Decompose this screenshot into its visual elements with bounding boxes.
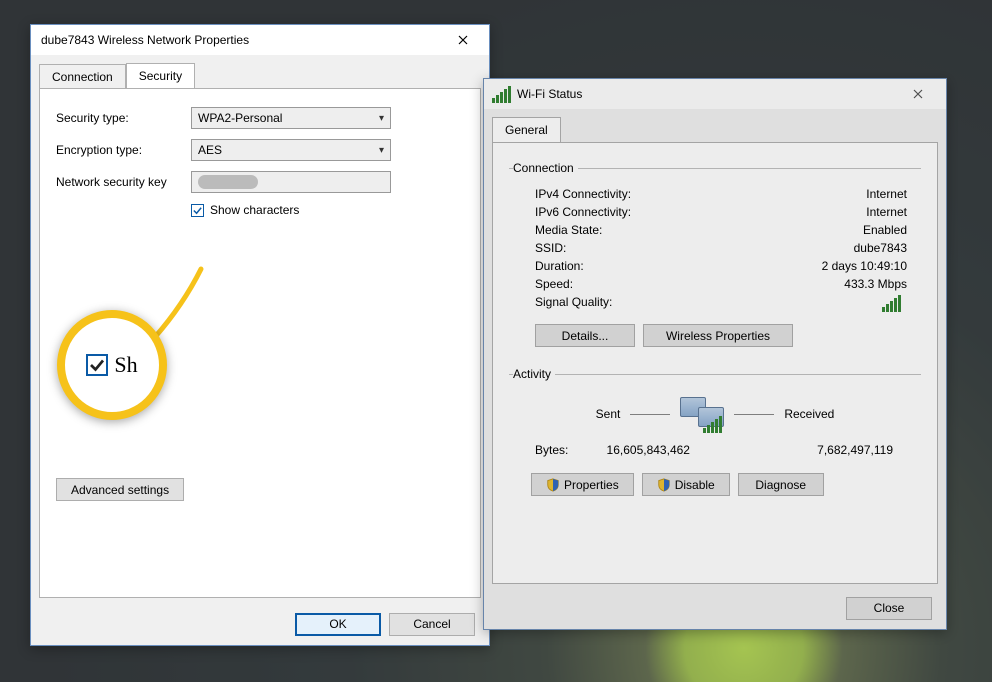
redacted-key xyxy=(198,175,258,189)
tab-security[interactable]: Security xyxy=(126,63,195,89)
callout-text-fragment: Sh xyxy=(114,352,137,378)
show-characters-label: Show characters xyxy=(210,203,299,217)
connection-group: Connection IPv4 Connectivity: Internet IP… xyxy=(509,161,921,355)
ipv6-label: IPv6 Connectivity: xyxy=(535,205,631,219)
ssid-value: dube7843 xyxy=(854,241,907,255)
advanced-settings-button[interactable]: Advanced settings xyxy=(56,478,184,501)
close-icon[interactable] xyxy=(898,80,938,108)
cancel-button[interactable]: Cancel xyxy=(389,613,475,636)
speed-label: Speed: xyxy=(535,277,573,291)
signal-quality-label: Signal Quality: xyxy=(535,295,612,312)
shield-icon xyxy=(657,478,671,492)
encryption-type-label: Encryption type: xyxy=(56,143,191,157)
properties-button-label: Properties xyxy=(564,478,619,492)
ipv4-value: Internet xyxy=(866,187,907,201)
disable-button-label: Disable xyxy=(675,478,715,492)
tab-bar: Connection Security xyxy=(31,55,489,88)
titlebar[interactable]: Wi-Fi Status xyxy=(484,79,946,109)
show-characters-checkbox-zoom xyxy=(86,354,108,376)
network-activity-icon xyxy=(680,397,724,431)
connection-legend: Connection xyxy=(513,161,578,175)
security-type-combo[interactable]: WPA2-Personal ▾ xyxy=(191,107,391,129)
security-type-value: WPA2-Personal xyxy=(198,111,282,125)
close-icon[interactable] xyxy=(443,26,483,54)
callout-zoom: Sh xyxy=(57,310,167,420)
media-state-value: Enabled xyxy=(863,223,907,237)
dialog-button-bar: OK Cancel xyxy=(31,603,489,645)
ipv4-label: IPv4 Connectivity: xyxy=(535,187,631,201)
details-button[interactable]: Details... xyxy=(535,324,635,347)
bytes-sent-value: 16,605,843,462 xyxy=(607,443,690,457)
activity-group: Activity Sent Received Bytes: 16,605,843… xyxy=(509,367,921,504)
wifi-status-dialog: Wi-Fi Status General Connection IPv4 Con… xyxy=(483,78,947,630)
wireless-properties-button[interactable]: Wireless Properties xyxy=(643,324,793,347)
tab-bar: General xyxy=(484,109,946,142)
shield-icon xyxy=(546,478,560,492)
ipv6-value: Internet xyxy=(866,205,907,219)
general-tab-content: Connection IPv4 Connectivity: Internet IP… xyxy=(492,142,938,584)
disable-button[interactable]: Disable xyxy=(642,473,730,496)
tab-connection[interactable]: Connection xyxy=(39,64,126,89)
ok-button[interactable]: OK xyxy=(295,613,381,636)
encryption-type-value: AES xyxy=(198,143,222,157)
received-label: Received xyxy=(784,407,834,421)
chevron-down-icon: ▾ xyxy=(379,145,384,156)
chevron-down-icon: ▾ xyxy=(379,113,384,124)
tab-general[interactable]: General xyxy=(492,117,561,143)
ssid-label: SSID: xyxy=(535,241,566,255)
dialog-button-bar: Close xyxy=(484,587,946,629)
close-button[interactable]: Close xyxy=(846,597,932,620)
dialog-title: dube7843 Wireless Network Properties xyxy=(41,33,443,47)
signal-quality-icon xyxy=(882,295,901,312)
sent-label: Sent xyxy=(596,407,621,421)
duration-label: Duration: xyxy=(535,259,584,273)
duration-value: 2 days 10:49:10 xyxy=(822,259,907,273)
bytes-received-value: 7,682,497,119 xyxy=(817,443,893,457)
security-type-label: Security type: xyxy=(56,111,191,125)
titlebar[interactable]: dube7843 Wireless Network Properties xyxy=(31,25,489,55)
activity-legend: Activity xyxy=(513,367,555,381)
media-state-label: Media State: xyxy=(535,223,602,237)
dialog-title: Wi-Fi Status xyxy=(517,87,898,101)
signal-icon xyxy=(492,86,511,103)
encryption-type-combo[interactable]: AES ▾ xyxy=(191,139,391,161)
speed-value: 433.3 Mbps xyxy=(844,277,907,291)
properties-button[interactable]: Properties xyxy=(531,473,634,496)
bytes-label: Bytes: xyxy=(535,443,568,457)
network-key-input[interactable] xyxy=(191,171,391,193)
diagnose-button[interactable]: Diagnose xyxy=(738,473,824,496)
network-key-label: Network security key xyxy=(56,175,191,189)
show-characters-checkbox[interactable] xyxy=(191,204,204,217)
